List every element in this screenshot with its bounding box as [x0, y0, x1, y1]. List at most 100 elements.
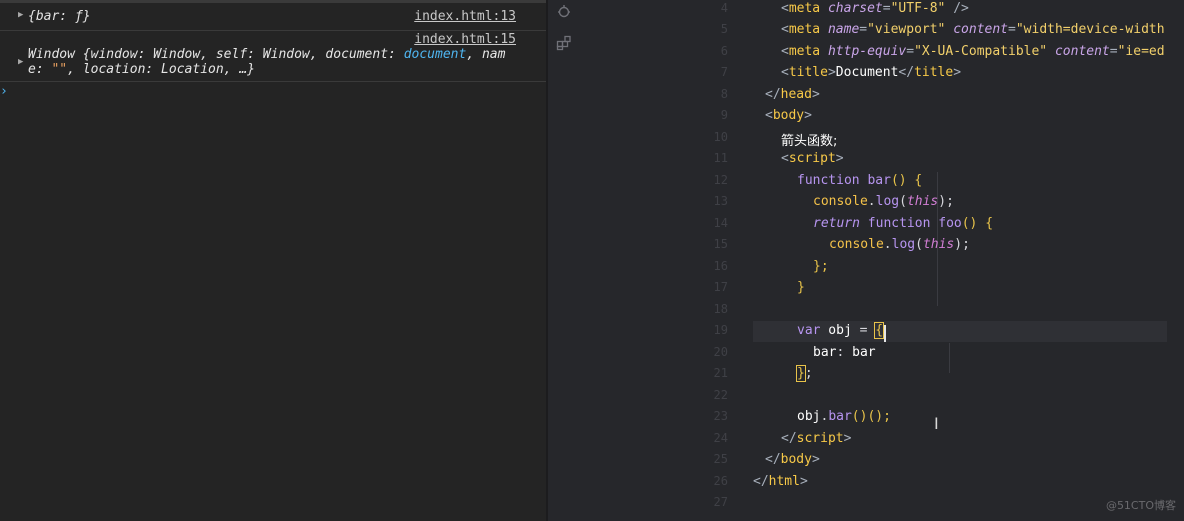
token: .	[867, 194, 876, 209]
code-editor: 4 5 6 7 8 9 10 11 12 13 14 15 16 17 18 1…	[548, 0, 1184, 521]
token: >	[811, 87, 820, 102]
token-function: bar	[859, 173, 891, 188]
token: </	[765, 87, 781, 102]
log-text: Window {window: Window, self: Window, do…	[28, 47, 404, 62]
devtools-console: ▶ {bar: ƒ} index.html:13 index.html:15 ▶…	[0, 0, 546, 521]
token: >	[827, 65, 836, 80]
code-line-25[interactable]: </body>	[765, 452, 820, 467]
source-link[interactable]: index.html:15	[414, 32, 516, 47]
line-number: 6	[720, 44, 728, 58]
log-message-line-2[interactable]: e: "", location: Location, …}	[28, 62, 255, 78]
line-number: 16	[713, 259, 728, 273]
token-tag: html	[768, 474, 800, 489]
code-line-21[interactable]: };	[796, 365, 813, 382]
text-cursor	[884, 325, 886, 342]
line-number: 13	[713, 194, 728, 208]
code-line-17[interactable]: }	[797, 280, 805, 295]
code-line-7[interactable]: <title>Document</title>	[781, 65, 961, 80]
line-number: 10	[713, 130, 728, 144]
token: :	[836, 345, 853, 360]
token: >	[953, 65, 962, 80]
token-string: "X-UA-Compatible"	[914, 44, 1048, 59]
token-keyword: function	[797, 173, 860, 188]
code-line-23[interactable]: obj.bar()();	[797, 409, 891, 424]
token-attr: content	[953, 22, 1009, 37]
code-line-4[interactable]: <meta charset="UTF-8" />	[781, 1, 969, 16]
line-number: 25	[713, 452, 728, 466]
code-line-24[interactable]: </script>	[781, 431, 851, 446]
code-line-20[interactable]: bar: bar	[813, 345, 876, 360]
code-line-14[interactable]: return function foo() {	[813, 216, 993, 231]
line-number: 21	[713, 366, 728, 380]
token: />	[945, 1, 969, 16]
token: );	[938, 194, 954, 209]
source-link[interactable]: index.html:13	[414, 9, 516, 24]
token: =	[1109, 44, 1118, 59]
token-brace-matched: }	[796, 365, 806, 382]
token: <	[781, 1, 789, 16]
token-string: "viewport"	[867, 22, 946, 37]
token: };	[813, 259, 829, 274]
expand-triangle-icon[interactable]: ▶	[18, 57, 23, 67]
token: <	[765, 108, 773, 123]
console-prompt-icon[interactable]: ›	[0, 84, 8, 99]
token: >	[835, 151, 844, 166]
code-line-26[interactable]: </html>	[753, 474, 808, 489]
token-attr: name	[827, 22, 860, 37]
code-line-10[interactable]: 箭头函数;	[781, 130, 837, 149]
expand-triangle-icon[interactable]: ▶	[18, 10, 23, 20]
token-string: "width=device-width	[1015, 22, 1165, 37]
token: .	[883, 237, 892, 252]
token-variable: obj	[797, 409, 821, 424]
token: ()();	[851, 409, 891, 424]
token-tag: meta	[788, 1, 821, 16]
token-tag: title	[788, 65, 828, 80]
token-tag: body	[780, 452, 812, 467]
token-tag: meta	[788, 44, 821, 59]
token: <	[781, 44, 789, 59]
line-number: 5	[720, 22, 728, 36]
code-line-19[interactable]: var obj = {	[797, 322, 885, 339]
line-number: 19	[713, 323, 728, 337]
log-text-document: document	[403, 47, 467, 62]
line-number: 14	[713, 216, 728, 230]
code-line-16[interactable]: };	[813, 259, 829, 274]
token-keyword: var	[797, 323, 821, 338]
line-number: 9	[720, 108, 728, 122]
token: }	[797, 280, 805, 295]
code-line-8[interactable]: </head>	[765, 87, 820, 102]
token: () {	[890, 173, 923, 188]
log-text: , location: Location, …}	[67, 62, 255, 77]
code-line-5[interactable]: <meta name="viewport" content="width=dev…	[781, 22, 1165, 37]
watermark: @51CTO博客	[1105, 499, 1176, 512]
code-area[interactable]: 4 5 6 7 8 9 10 11 12 13 14 15 16 17 18 1…	[698, 0, 1168, 521]
console-log-entry[interactable]: index.html:15 ▶ Window {window: Window, …	[0, 31, 546, 82]
indent-guide	[949, 343, 950, 373]
token: <	[781, 65, 789, 80]
extensions-icon[interactable]	[556, 35, 572, 51]
line-number: 12	[713, 173, 728, 187]
code-line-12[interactable]: function bar() {	[797, 173, 922, 188]
token-string: "ie=ed	[1117, 44, 1165, 59]
log-message[interactable]: {bar: ƒ}	[28, 9, 91, 25]
code-line-13[interactable]: console.log(this);	[813, 194, 954, 209]
token: ;	[804, 366, 813, 381]
code-line-15[interactable]: console.log(this);	[829, 237, 970, 252]
debug-icon[interactable]	[556, 3, 572, 19]
code-line-6[interactable]: <meta http-equiv="X-UA-Compatible" conte…	[781, 44, 1165, 59]
token: >	[804, 108, 812, 123]
screen: ▶ {bar: ƒ} index.html:13 index.html:15 ▶…	[0, 0, 1184, 521]
code-line-9[interactable]: <body>	[765, 108, 812, 123]
line-number: 7	[720, 65, 728, 79]
activity-bar	[548, 0, 580, 521]
log-message-line-1[interactable]: Window {window: Window, self: Window, do…	[28, 47, 505, 63]
token: =	[882, 1, 891, 16]
token: </	[781, 431, 797, 446]
code-line-11[interactable]: <script>	[781, 151, 844, 166]
token-this: this	[922, 237, 955, 252]
token-tag: title	[914, 65, 954, 80]
token-attr: http-equiv	[827, 44, 907, 59]
console-log-entry[interactable]: ▶ {bar: ƒ} index.html:13	[0, 4, 546, 31]
token-object: console	[813, 194, 868, 209]
token-function: foo	[930, 216, 962, 231]
